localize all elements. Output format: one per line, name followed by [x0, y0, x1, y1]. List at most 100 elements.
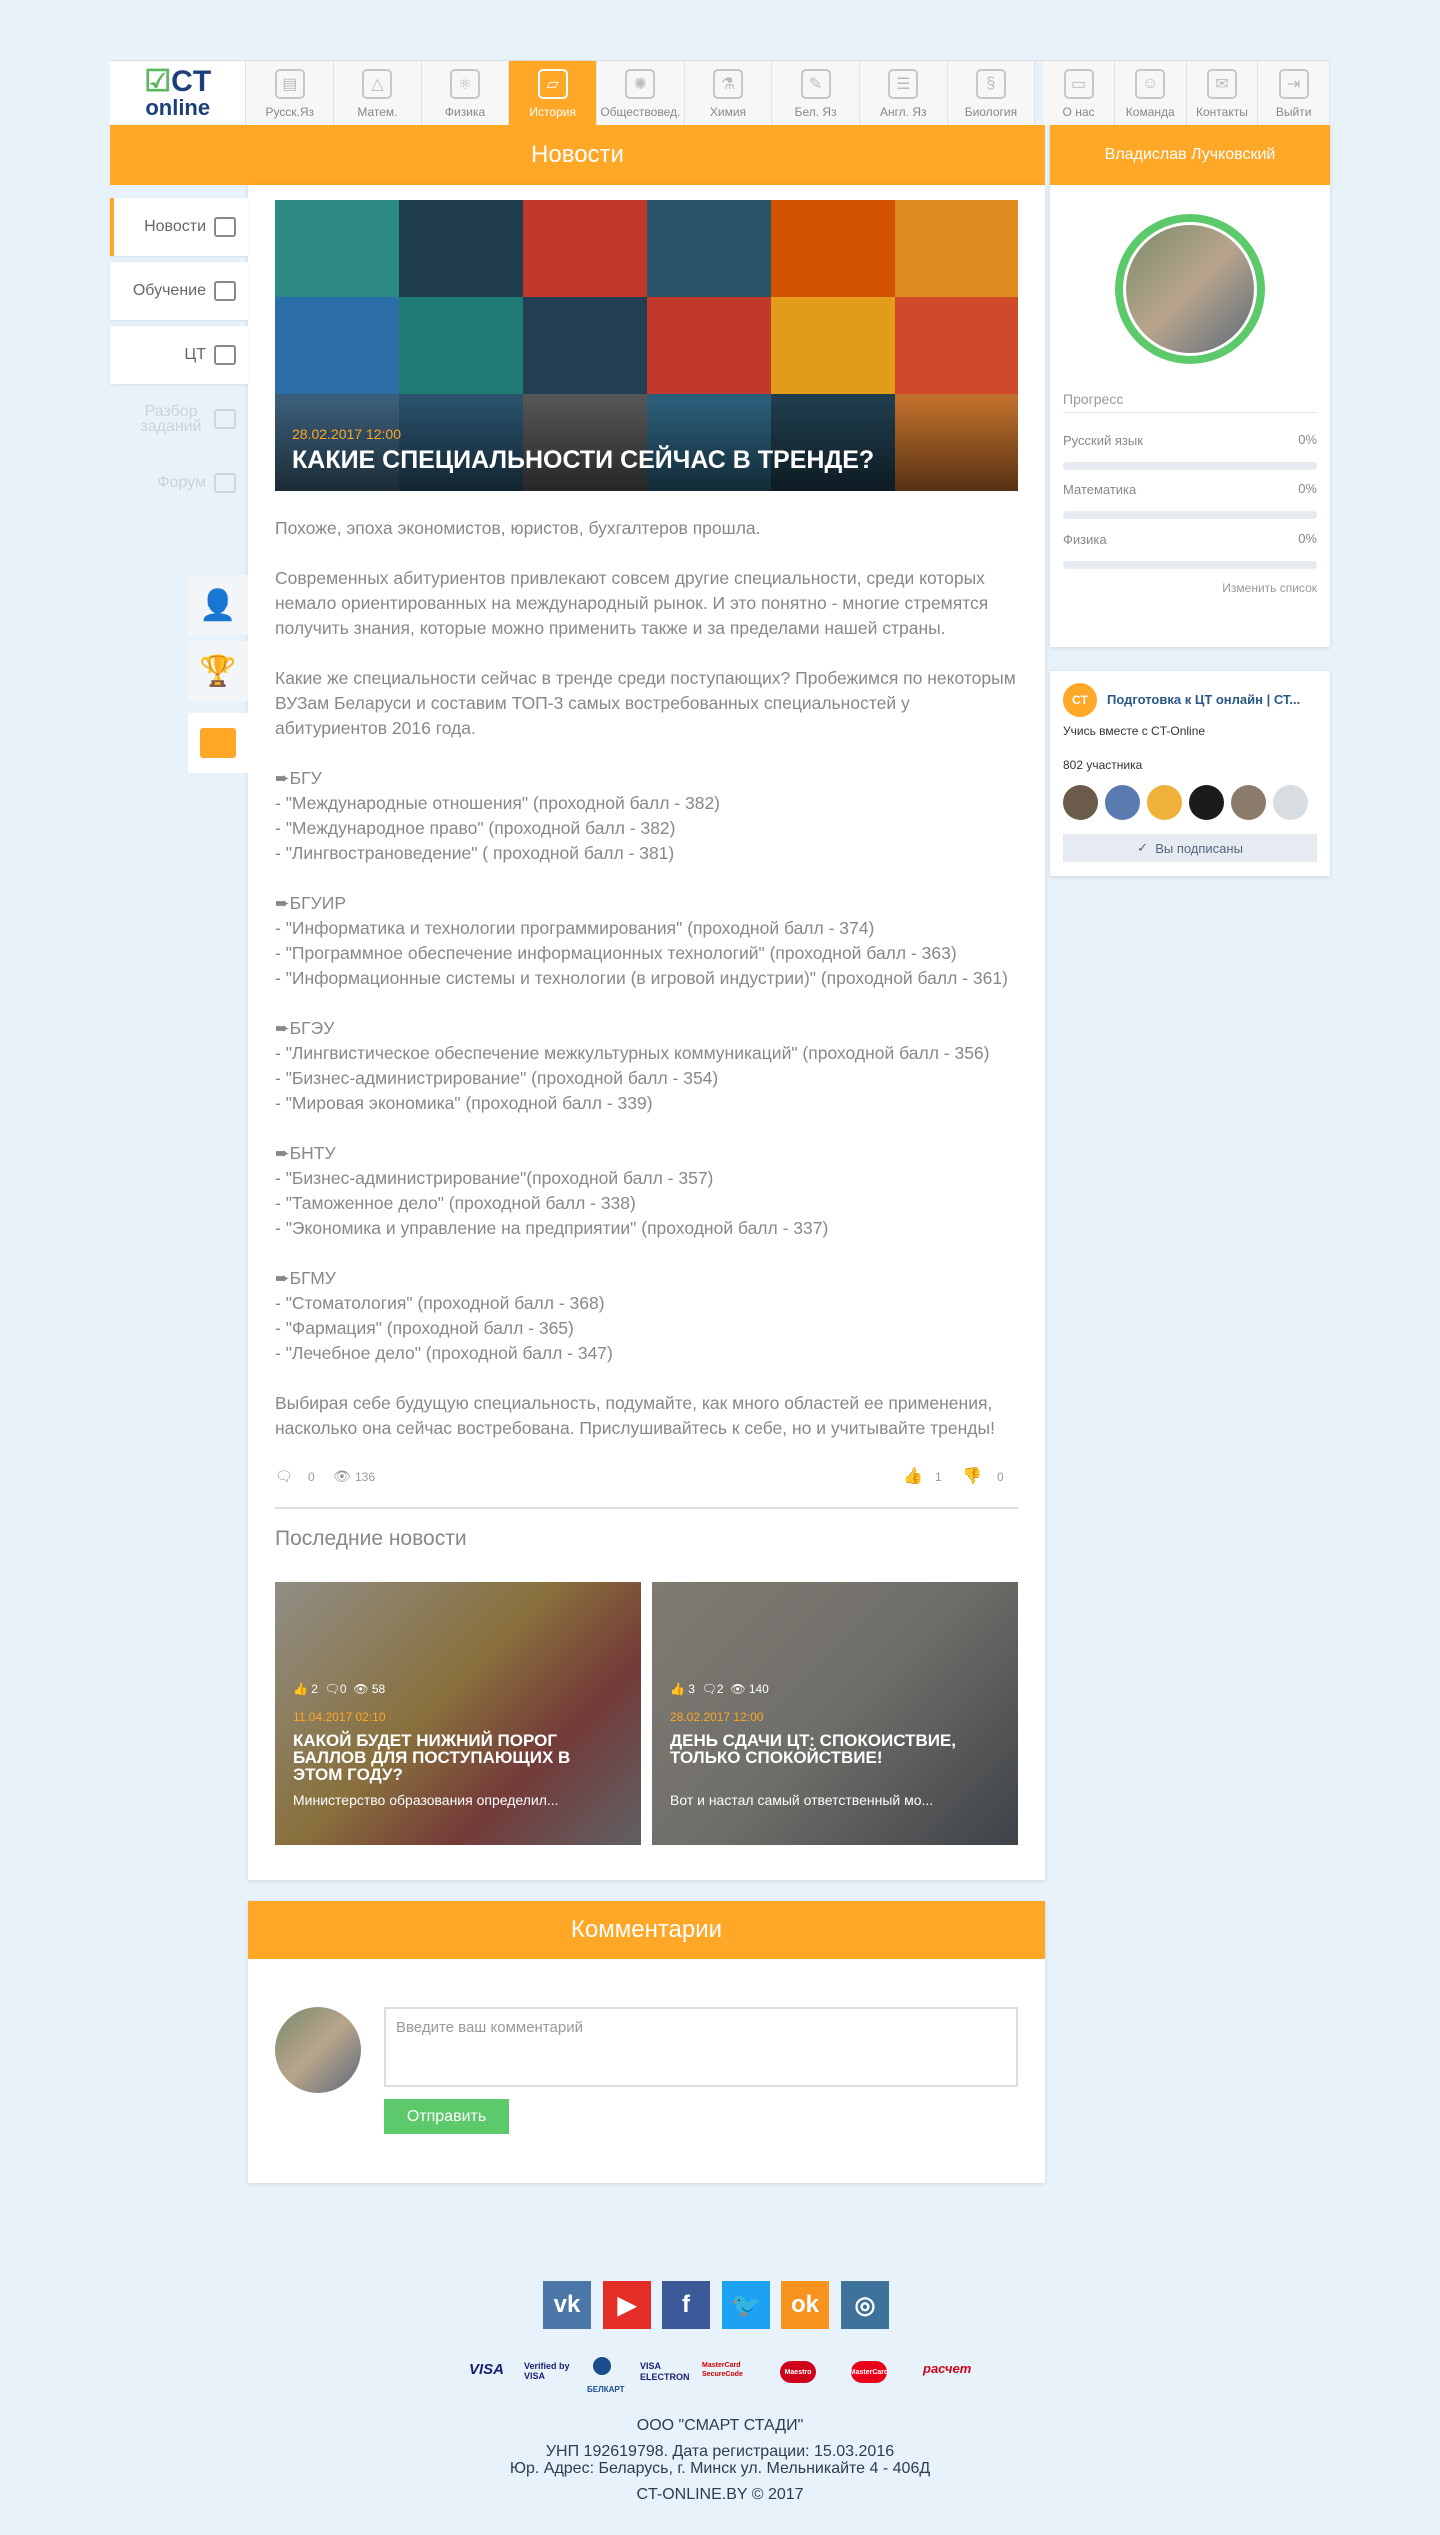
user-icon[interactable]: 👤 [188, 575, 248, 635]
comment-icon: 🗨 [324, 1682, 340, 1696]
logo-subtext: online [145, 95, 211, 120]
footer-company: ООО "СМАРТ СТАДИ" [636, 2417, 804, 2434]
top-nav: ☑CT online ▤ Русск.Яз △ Матем. ⚛ Физика ▱ Ис… [110, 60, 1330, 125]
belkart-logo: БЕЛКАРТ [587, 2385, 625, 2394]
team-icon: ☺ [1135, 69, 1166, 99]
twitter-icon[interactable]: 🐦 [722, 2281, 770, 2329]
vk-subscribed-button[interactable]: ✓ Вы подписаны [1063, 834, 1317, 862]
visa-logo: VISA [469, 2361, 505, 2378]
news-card-snippet: Вот и настал самый ответственный мо... [670, 1792, 934, 1808]
news-card[interactable]: 👍 2 🗨0 👁 58 11.04.2017 02:10 КАКОЙ БУДЕТ… [275, 1582, 641, 1845]
chat-icon: ✉ [1206, 69, 1237, 99]
nav-subject-english[interactable]: ☰ Англ. Яз [859, 61, 948, 125]
nav-team[interactable]: ☺ Команда [1114, 61, 1187, 125]
change-list-link[interactable]: Изменить список [1063, 581, 1317, 595]
belkart-icon [593, 2357, 611, 2375]
menu-ct[interactable]: ЦТ [110, 326, 248, 384]
atom-icon: ⚛ [450, 69, 481, 99]
dislike-count: 0 [997, 1470, 1004, 1484]
nav-subject-physics[interactable]: ⚛ Физика [421, 61, 510, 125]
nav-subject-history[interactable]: ▱ История [509, 61, 597, 125]
profile-name: Владислав Лучковский [1050, 125, 1330, 185]
shopping-bag-icon[interactable] [188, 713, 248, 773]
news-header: Новости [110, 125, 1045, 185]
news-card-title: ДЕНЬ СДАЧИ ЦТ: СПОКОИСТВИЕ, ТОЛЬКО СПОКО… [670, 1731, 956, 1767]
dna-icon: § [975, 69, 1006, 99]
send-button[interactable]: Отправить [384, 2099, 509, 2134]
logo[interactable]: ☑CT online [110, 61, 247, 125]
news-card-snippet: Министерство образования определил... [293, 1792, 559, 1808]
progress-title: Прогресс [1063, 391, 1124, 407]
menu-learning[interactable]: Обучение [110, 262, 248, 320]
footer-copyright: CT-ONLINE.BY © 2017 [636, 2486, 804, 2503]
vk-group-title[interactable]: Подготовка к ЦТ онлайн | СТ... [1107, 692, 1300, 707]
logo-text: CT [171, 65, 212, 98]
progress-bar [1063, 561, 1317, 569]
like-icon[interactable]: 👍 [903, 1466, 923, 1486]
nav-subject-belarusian[interactable]: ✎ Бел. Яз [772, 61, 860, 125]
avatar[interactable] [1063, 785, 1098, 820]
avatar[interactable] [1105, 785, 1140, 820]
nav-subject-russian[interactable]: ▤ Русск.Яз [246, 61, 335, 125]
comment-count: 0 [308, 1470, 315, 1484]
university-group: ➨БНТУ - "Бизнес-администрирование"(прохо… [275, 1143, 829, 1238]
facebook-icon[interactable]: f [662, 2281, 710, 2329]
compass-icon: △ [362, 69, 393, 99]
comment-icon: 🗨 [275, 1468, 293, 1484]
progress-physics: Физика 0% [1063, 531, 1317, 569]
article-paragraph: Какие же специальности сейчас в тренде с… [275, 668, 1016, 738]
dislike-icon[interactable]: 👎 [962, 1466, 982, 1486]
nav-subject-chemistry[interactable]: ⚗ Химия [684, 61, 773, 125]
comments-header: Комментарии [248, 1901, 1045, 1959]
nav-subject-social[interactable]: ✺ Обществовед. [597, 61, 685, 125]
vk-member-avatars [1063, 785, 1308, 820]
nav-subject-math[interactable]: △ Матем. [334, 61, 422, 125]
profile-avatar[interactable] [1115, 214, 1265, 364]
menu-forum[interactable]: Форум [110, 454, 248, 512]
vk-group-logo[interactable]: CT [1063, 683, 1097, 717]
footer-unp: УНП 192619798. Дата регистрации: 15.03.2… [545, 2443, 895, 2460]
newspaper-icon [214, 217, 236, 237]
document-icon: ☰ [888, 69, 919, 99]
nav-logout[interactable]: ⇥ Выйти [1258, 61, 1330, 125]
avatar [275, 2007, 361, 2093]
article-meta: 🗨 0 👁 136 👍 1 👎 0 [275, 1468, 1018, 1486]
like-count: 1 [935, 1470, 942, 1484]
instagram-icon[interactable]: ◎ [841, 2281, 889, 2329]
news-card-date: 28.02.2017 12:00 [670, 1710, 764, 1724]
mastercard-securecode-logo: MasterCard SecureCode [702, 2362, 743, 2378]
odnoklassniki-icon[interactable]: ok [781, 2281, 829, 2329]
nav-subject-biology[interactable]: § Биология [947, 61, 1036, 125]
vk-icon[interactable]: vk [543, 2281, 591, 2329]
book-icon [214, 281, 236, 301]
youtube-icon[interactable]: ▶ [603, 2281, 651, 2329]
article-paragraph: Современных абитуриентов привлекают совс… [275, 568, 989, 638]
vk-members: 802 участника [1063, 758, 1143, 772]
news-card[interactable]: 👍 3 🗨2 👁 140 28.02.2017 12:00 ДЕНЬ СДАЧИ… [652, 1582, 1018, 1845]
latest-news-title: Последние новости [275, 1527, 467, 1550]
comment-icon: 🗨 [701, 1682, 717, 1696]
nav-about[interactable]: ▭ О нас [1043, 61, 1115, 125]
trophy-icon[interactable]: 🏆 [188, 641, 248, 701]
nav-contacts[interactable]: ✉ Контакты [1186, 61, 1259, 125]
progress-bar [1063, 511, 1317, 519]
maestro-logo: Maestro [780, 2361, 816, 2383]
vk-subtitle: Учись вместе с CT-Online [1063, 724, 1206, 738]
comment-input[interactable]: Введите ваш комментарий [384, 2007, 1018, 2087]
university-group: ➨БГУ - "Международные отношения" (проход… [275, 768, 721, 863]
chat-icon [214, 473, 236, 493]
divider [275, 1507, 1018, 1509]
monitor-icon: ▭ [1063, 69, 1094, 99]
eye-icon: 👁 [730, 1682, 746, 1696]
avatar[interactable] [1231, 785, 1266, 820]
book-icon: ▤ [274, 69, 305, 99]
news-card-date: 11.04.2017 02:10 [293, 1710, 386, 1724]
menu-tasks[interactable]: Разбор заданий [110, 390, 248, 448]
pencil-icon [214, 409, 236, 429]
hero-title: КАКИЕ СПЕЦИАЛЬНОСТИ СЕЙЧАС В ТРЕНДЕ? [292, 446, 875, 474]
menu-news[interactable]: Новости [110, 198, 248, 256]
progress-math: Математика 0% [1063, 481, 1317, 519]
avatar[interactable] [1147, 785, 1182, 820]
avatar[interactable] [1273, 785, 1308, 820]
avatar[interactable] [1189, 785, 1224, 820]
